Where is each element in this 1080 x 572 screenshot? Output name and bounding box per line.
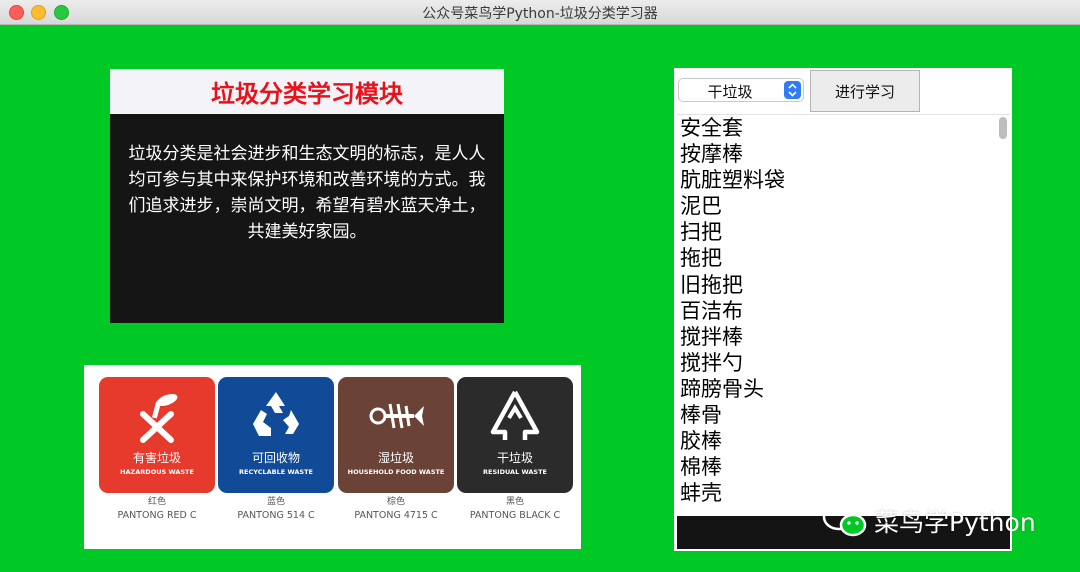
list-item[interactable]: 拖把 — [677, 245, 1010, 271]
bin-recyclable: 可回收物 RECYCLABLE WASTE — [218, 377, 334, 493]
color-caption: 红色 PANTONG RED C — [99, 496, 215, 522]
list-item[interactable]: 按摩棒 — [677, 141, 1010, 167]
color-name: 蓝色 — [266, 497, 285, 507]
module-description: 垃圾分类是社会进步和生态文明的标志，是人人均可参与其中来保护环境和改善环境的方式… — [128, 144, 486, 242]
window-title: 公众号菜鸟学Python-垃圾分类学习器 — [422, 6, 658, 22]
bin-cn-label: 可回收物 — [251, 451, 300, 465]
list-item[interactable]: 百洁布 — [677, 298, 1010, 324]
bin-en-label: HOUSEHOLD FOOD WASTE — [347, 468, 445, 476]
fishbone-icon — [338, 385, 454, 447]
residual-icon — [457, 385, 573, 447]
window-titlebar: 公众号菜鸟学Python-垃圾分类学习器 — [0, 0, 1080, 25]
pantone-code: PANTONG BLACK C — [469, 510, 561, 521]
watermark-text: 菜鸟学Python — [874, 508, 1036, 537]
color-caption: 黑色 PANTONG BLACK C — [457, 496, 573, 522]
bin-cn-label: 有害垃圾 — [132, 451, 181, 465]
bin-cn-label: 干垃圾 — [496, 451, 533, 465]
color-name: 红色 — [147, 497, 166, 507]
hazardous-icon — [99, 385, 215, 447]
pantone-code: PANTONG 4715 C — [354, 510, 438, 521]
category-select-value: 干垃圾 — [707, 83, 753, 101]
list-item[interactable]: 旧拖把 — [677, 272, 1010, 298]
bin-en-label: RESIDUAL WASTE — [483, 468, 547, 476]
bin-hazardous: 有害垃圾 HAZARDOUS WASTE — [99, 377, 215, 493]
module-header: 垃圾分类学习模块 — [110, 69, 504, 114]
wechat-icon — [822, 503, 867, 537]
list-item[interactable]: 安全套 — [677, 115, 1010, 141]
list-scrollbar[interactable] — [999, 117, 1007, 139]
recycle-icon — [218, 385, 334, 447]
module-title: 垃圾分类学习模块 — [211, 80, 403, 108]
color-caption: 蓝色 PANTONG 514 C — [218, 496, 334, 522]
list-item[interactable]: 棒骨 — [677, 402, 1010, 428]
pantone-code: PANTONG RED C — [117, 510, 197, 521]
bin-residual: 干垃圾 RESIDUAL WASTE — [457, 377, 573, 493]
watermark: 菜鸟学Python — [822, 503, 1044, 539]
color-name: 黑色 — [505, 497, 524, 507]
learn-button[interactable]: 进行学习 — [810, 70, 920, 112]
list-item[interactable]: 搅拌勺 — [677, 350, 1010, 376]
pantone-code: PANTONG 514 C — [237, 510, 315, 521]
list-item[interactable]: 搅拌棒 — [677, 324, 1010, 350]
bin-cn-label: 湿垃圾 — [377, 451, 414, 465]
color-name: 棕色 — [386, 497, 405, 507]
category-select[interactable]: 干垃圾 — [678, 78, 804, 102]
list-item[interactable]: 棉棒 — [677, 454, 1010, 480]
bin-en-label: HAZARDOUS WASTE — [120, 468, 194, 476]
list-item[interactable]: 泥巴 — [677, 193, 1010, 219]
bin-food: 湿垃圾 HOUSEHOLD FOOD WASTE — [338, 377, 454, 493]
list-item[interactable]: 扫把 — [677, 219, 1010, 245]
list-item[interactable]: 胶棒 — [677, 428, 1010, 454]
waste-item-list[interactable]: 安全套 按摩棒 肮脏塑料袋 泥巴 扫把 拖把 旧拖把 百洁布 搅拌棒 搅拌勺 蹄膀骨头 棒骨 胶棒 棉棒蚌… — [677, 114, 1010, 517]
learning-module-panel: 垃圾分类学习模块 垃圾分类是社会进步和生态文明的标志，是人人均可参与其中来保护环… — [110, 69, 504, 323]
bin-en-label: RECYCLABLE WASTE — [239, 468, 313, 476]
color-caption: 棕色 PANTONG 4715 C — [338, 496, 454, 522]
bin-categories-image: 有害垃圾 HAZARDOUS WASTE 可回收物 RECYCLABLE WAS… — [84, 365, 581, 549]
list-item[interactable]: 肮脏塑料袋 — [677, 167, 1010, 193]
list-item[interactable]: 蹄膀骨头 — [677, 376, 1010, 402]
updown-chevron-icon[interactable] — [784, 81, 801, 99]
learning-panel: 干垃圾 进行学习 安全套 按摩棒 肮脏塑料袋 泥巴 扫把 拖把 旧拖把 百洁布 搅拌棒 搅拌勺 蹄膀… — [674, 68, 1012, 551]
